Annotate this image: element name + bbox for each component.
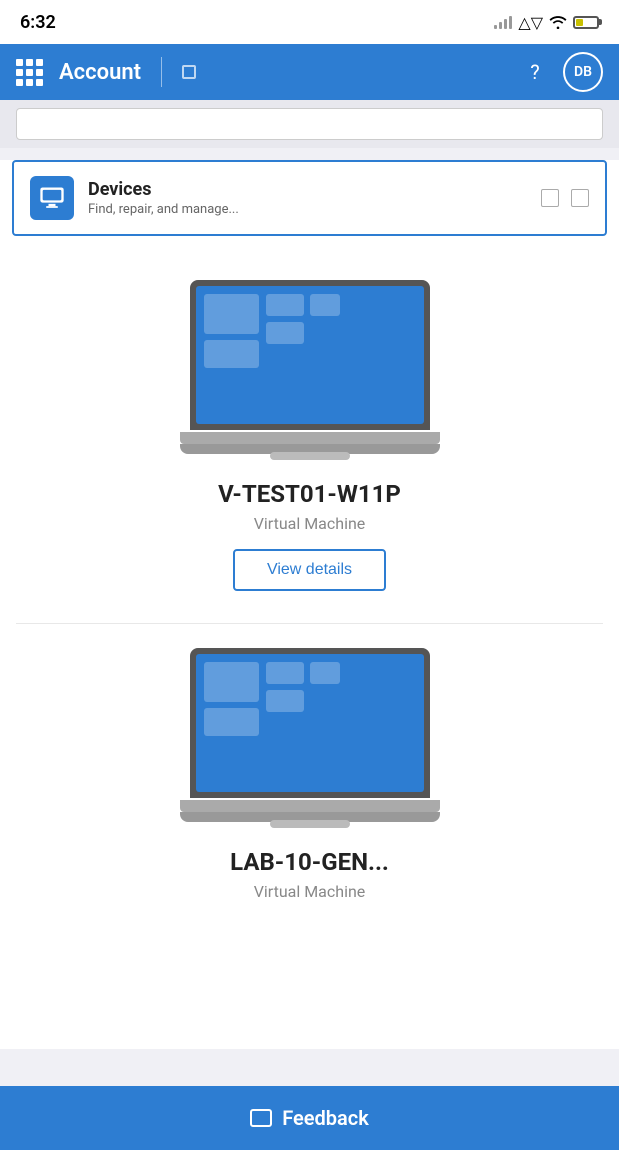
view-details-button-1[interactable]: View details xyxy=(233,549,386,591)
main-content: Devices Find, repair, and manage... xyxy=(0,160,619,1049)
battery-icon xyxy=(573,16,599,29)
devices-icon-container xyxy=(30,176,74,220)
monitor-icon xyxy=(38,184,66,212)
grid-menu-icon[interactable] xyxy=(16,59,43,86)
devices-list: V-TEST01-W11P Virtual Machine View detai… xyxy=(0,236,619,969)
feedback-label: Feedback xyxy=(282,1106,369,1130)
devices-header-card: Devices Find, repair, and manage... xyxy=(12,160,607,236)
nav-square-icon[interactable] xyxy=(182,65,196,79)
device-name-1: V-TEST01-W11P xyxy=(218,480,401,508)
help-button[interactable]: ? xyxy=(519,56,551,88)
devices-title: Devices xyxy=(88,179,239,200)
status-bar: 6:32 △▽ xyxy=(0,0,619,44)
device-type-2: Virtual Machine xyxy=(254,882,366,901)
device-type-1: Virtual Machine xyxy=(254,514,366,533)
signal-icon xyxy=(494,15,512,29)
wifi-icon xyxy=(549,15,567,29)
device-card-2: LAB-10-GEN... Virtual Machine xyxy=(16,624,603,949)
nav-divider xyxy=(161,57,162,87)
devices-subtitle: Find, repair, and manage... xyxy=(88,202,239,217)
nav-bar: Account ? DB xyxy=(0,44,619,100)
status-icons: △▽ xyxy=(494,13,599,32)
wifi-icon: △▽ xyxy=(518,13,543,32)
search-bar[interactable] xyxy=(16,108,603,140)
feedback-icon xyxy=(250,1109,272,1127)
user-avatar[interactable]: DB xyxy=(563,52,603,92)
status-time: 6:32 xyxy=(20,12,56,33)
device-card-1: V-TEST01-W11P Virtual Machine View detai… xyxy=(16,256,603,624)
header-checkbox-1[interactable] xyxy=(541,189,559,207)
search-input[interactable] xyxy=(27,116,592,132)
header-checkboxes xyxy=(541,189,589,207)
laptop-illustration-1 xyxy=(180,280,440,460)
header-checkbox-2[interactable] xyxy=(571,189,589,207)
devices-text: Devices Find, repair, and manage... xyxy=(88,179,239,217)
laptop-illustration-2 xyxy=(180,648,440,828)
search-area xyxy=(0,100,619,148)
feedback-bar[interactable]: Feedback xyxy=(0,1086,619,1150)
device-name-2: LAB-10-GEN... xyxy=(230,848,389,876)
nav-title: Account xyxy=(59,60,141,85)
